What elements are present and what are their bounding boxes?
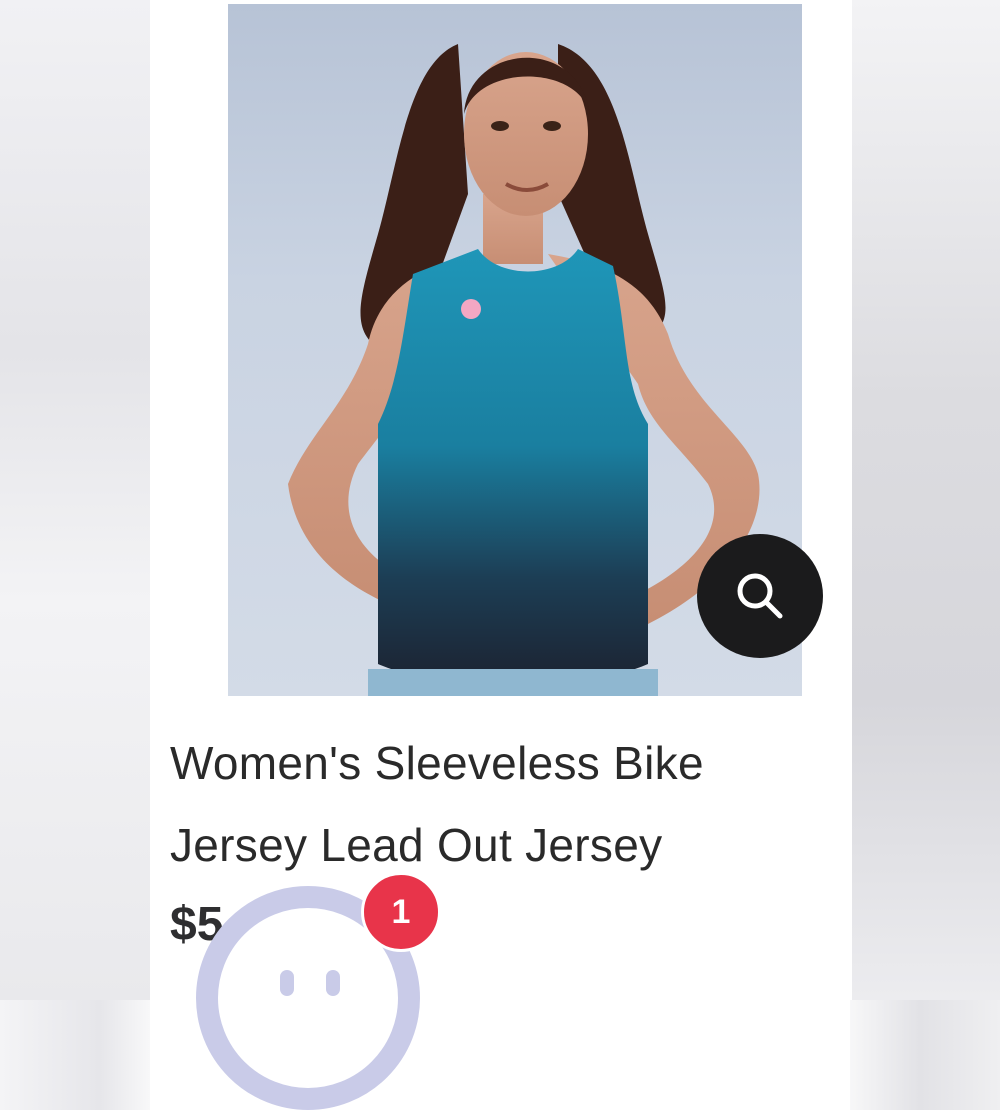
bot-eye-left	[280, 970, 294, 996]
product-title[interactable]: Women's Sleeveless Bike Jersey Lead Out …	[170, 722, 830, 886]
background-left-blur	[0, 0, 150, 1000]
background-right-blur	[852, 0, 1000, 1000]
product-title-line-1: Women's Sleeveless Bike	[170, 737, 704, 789]
bot-eye-right	[326, 970, 340, 996]
notification-badge: 1	[361, 872, 441, 952]
magnifier-icon	[737, 573, 783, 619]
product-title-line-2: Jersey Lead Out Jersey	[170, 819, 663, 871]
zoom-button[interactable]	[697, 534, 823, 658]
